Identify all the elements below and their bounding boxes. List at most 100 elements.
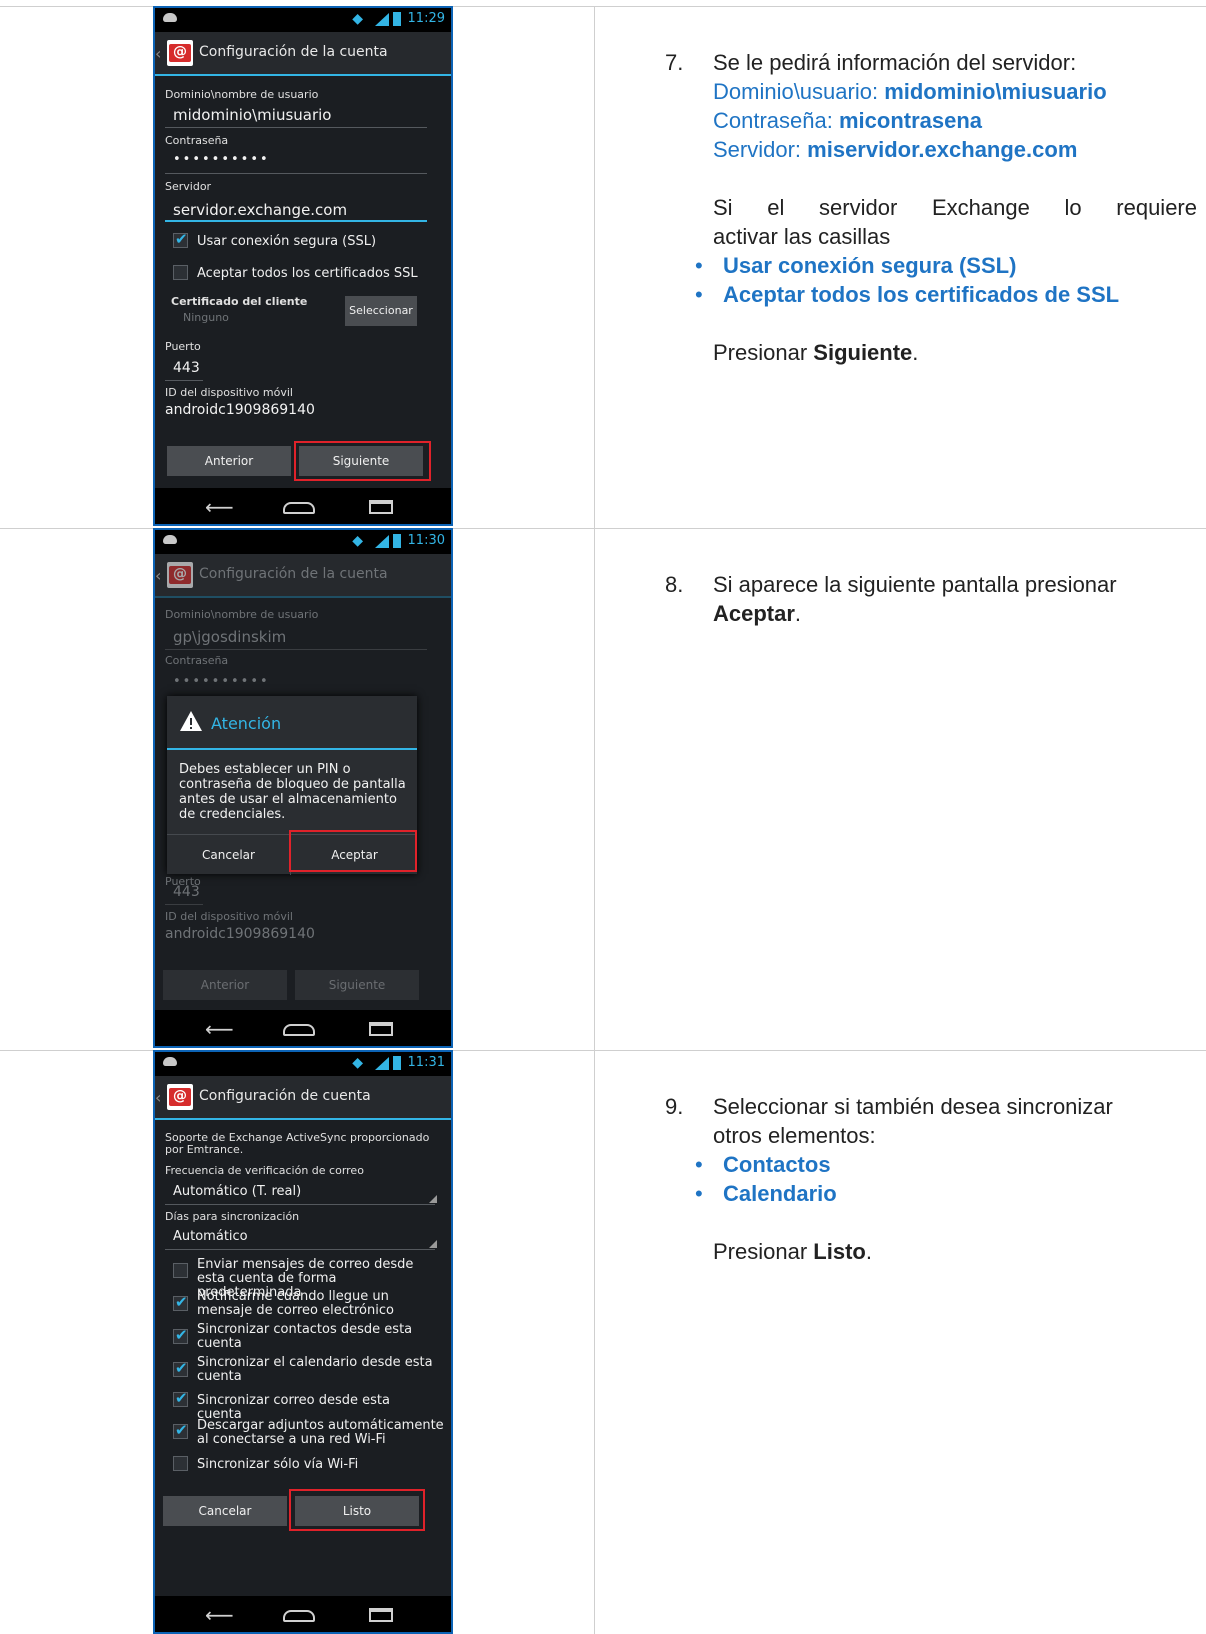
- bullet-contacts: • Contactos: [695, 1152, 831, 1177]
- dropdown-arrow-icon: [429, 1240, 437, 1248]
- battery-icon: [393, 1056, 401, 1070]
- device-id-label: ID del dispositivo móvil: [165, 386, 293, 399]
- option-checkbox-sync-contacts[interactable]: [173, 1326, 188, 1344]
- domain-input[interactable]: midominio\miusuario: [173, 106, 331, 124]
- screen-title: Configuración de la cuenta: [199, 44, 388, 60]
- recent-apps-icon[interactable]: [369, 1022, 393, 1036]
- port-input: 443: [173, 884, 200, 900]
- bullet-ssl: • Usar conexión segura (SSL): [695, 253, 1017, 278]
- highlight-box: [289, 1489, 425, 1531]
- back-icon[interactable]: ⟵: [205, 497, 234, 517]
- wifi-icon: ◆: [352, 11, 363, 27]
- nav-bar: ⟵: [155, 1596, 451, 1632]
- back-chevron-icon[interactable]: ‹: [155, 566, 161, 585]
- option-checkbox-notify[interactable]: [173, 1293, 188, 1311]
- next-button: Siguiente: [295, 970, 419, 1000]
- device-id-label: ID del dispositivo móvil: [165, 910, 293, 923]
- dialog-title: Atención: [211, 714, 282, 733]
- battery-icon: [393, 12, 401, 26]
- domain-input: gp\jgosdinskim: [173, 628, 287, 646]
- option-label: Sincronizar sólo vía Wi-Fi: [197, 1457, 359, 1472]
- domain-label: Dominio\nombre de usuario: [165, 88, 319, 101]
- option-checkbox-sync-mail[interactable]: [173, 1389, 188, 1407]
- client-cert-label: Certificado del cliente: [171, 295, 308, 308]
- option-label: Sincronizar el calendario desde esta cue…: [197, 1355, 433, 1384]
- status-time: 11:29: [407, 11, 445, 26]
- action-bar: ‹ @ Configuración de la cuenta: [155, 554, 451, 598]
- back-icon[interactable]: ⟵: [205, 1019, 234, 1039]
- status-time: 11:30: [407, 533, 445, 548]
- home-icon[interactable]: [283, 1610, 315, 1622]
- notification-icon: [163, 535, 177, 544]
- option-checkbox-download-attachments[interactable]: [173, 1421, 188, 1439]
- press-next-text: Presionar Siguiente.: [713, 340, 919, 365]
- recent-apps-icon[interactable]: [369, 1608, 393, 1622]
- step-number: 7.: [665, 50, 684, 75]
- back-icon[interactable]: ⟵: [205, 1605, 234, 1625]
- password-label: Contraseña: [165, 654, 229, 667]
- device-id-value: androidc1909869140: [165, 402, 315, 418]
- step-number: 9.: [665, 1094, 684, 1119]
- table-column-divider: [594, 6, 595, 1634]
- option-checkbox-default-send[interactable]: [173, 1263, 188, 1278]
- select-cert-button[interactable]: Seleccionar: [345, 296, 417, 326]
- highlight-box: [294, 441, 431, 481]
- wifi-icon: ◆: [352, 533, 363, 549]
- recent-apps-icon[interactable]: [369, 500, 393, 514]
- dropdown-arrow-icon: [429, 1195, 437, 1203]
- notification-icon: [163, 1057, 177, 1066]
- dialog-message: Debes establecer un PIN o contraseña de …: [179, 762, 406, 822]
- server-line: Servidor: miservidor.exchange.com: [713, 137, 1078, 162]
- wifi-icon: ◆: [352, 1055, 363, 1071]
- ssl-checkbox[interactable]: [173, 230, 188, 248]
- status-bar: ◆ 11:31: [155, 1052, 451, 1076]
- sync-days-select[interactable]: Automático: [173, 1229, 248, 1244]
- screen-title: Configuración de cuenta: [199, 1088, 371, 1104]
- port-label: Puerto: [165, 340, 201, 353]
- device-id-value: androidc1909869140: [165, 926, 315, 942]
- battery-icon: [393, 534, 401, 548]
- nav-bar: ⟵: [155, 488, 451, 524]
- option-checkbox-sync-calendar[interactable]: [173, 1359, 188, 1377]
- dialog-cancel-button[interactable]: Cancelar: [167, 835, 291, 875]
- server-input[interactable]: servidor.exchange.com: [173, 201, 347, 219]
- option-label: Notificarme cuando llegue un mensaje de …: [197, 1289, 394, 1318]
- previous-button[interactable]: Anterior: [167, 446, 291, 476]
- frequency-select[interactable]: Automático (T. real): [173, 1184, 301, 1199]
- domain-label: Dominio\nombre de usuario: [165, 608, 319, 621]
- client-cert-value: Ninguno: [183, 311, 229, 324]
- warning-icon: [180, 711, 202, 731]
- requirement-text-2: activar las casillas: [713, 224, 891, 249]
- home-icon[interactable]: [283, 502, 315, 514]
- server-label: Servidor: [165, 180, 212, 193]
- email-app-icon: @: [167, 1084, 193, 1110]
- frequency-label: Frecuencia de verificación de correo: [165, 1164, 364, 1177]
- nav-bar: ⟵: [155, 1010, 451, 1046]
- action-bar: ‹ @ Configuración de cuenta: [155, 1076, 451, 1120]
- domain-line: Dominio\usuario: midominio\miusuario: [713, 79, 1107, 104]
- phone-screenshot-server-settings: ◆ 11:29 ‹ @ Configuración de la cuenta D…: [153, 6, 453, 526]
- back-chevron-icon[interactable]: ‹: [155, 44, 161, 63]
- email-app-icon: @: [167, 40, 193, 66]
- cancel-button[interactable]: Cancelar: [163, 1496, 287, 1526]
- signal-icon: [375, 535, 389, 548]
- back-chevron-icon[interactable]: ‹: [155, 1088, 161, 1107]
- option-checkbox-wifi-only[interactable]: [173, 1456, 188, 1471]
- screen-title: Configuración de la cuenta: [199, 566, 388, 582]
- phone-screenshot-account-options: ◆ 11:31 ‹ @ Configuración de cuenta Sopo…: [153, 1050, 453, 1634]
- option-label: Sincronizar contactos desde esta cuenta: [197, 1322, 413, 1351]
- phone-screenshot-warning-dialog: ◆ 11:30 ‹ @ Configuración de la cuenta D…: [153, 528, 453, 1048]
- step-intro: Se le pedirá información del servidor:: [713, 50, 1077, 75]
- port-input[interactable]: 443: [173, 360, 200, 376]
- accept-certs-checkbox[interactable]: [173, 265, 188, 280]
- home-icon[interactable]: [283, 1024, 315, 1036]
- action-bar: ‹ @ Configuración de la cuenta: [155, 32, 451, 76]
- bullet-calendar: • Calendario: [695, 1181, 837, 1206]
- accept-certs-label: Aceptar todos los certificados SSL: [197, 266, 418, 281]
- signal-icon: [375, 1057, 389, 1070]
- password-line: Contraseña: micontrasena: [713, 108, 983, 133]
- password-input[interactable]: ••••••••••: [173, 152, 270, 167]
- step-number: 8.: [665, 572, 684, 597]
- sync-days-label: Días para sincronización: [165, 1210, 300, 1223]
- bullet-accept-certs: • Aceptar todos los certificados de SSL: [695, 282, 1120, 307]
